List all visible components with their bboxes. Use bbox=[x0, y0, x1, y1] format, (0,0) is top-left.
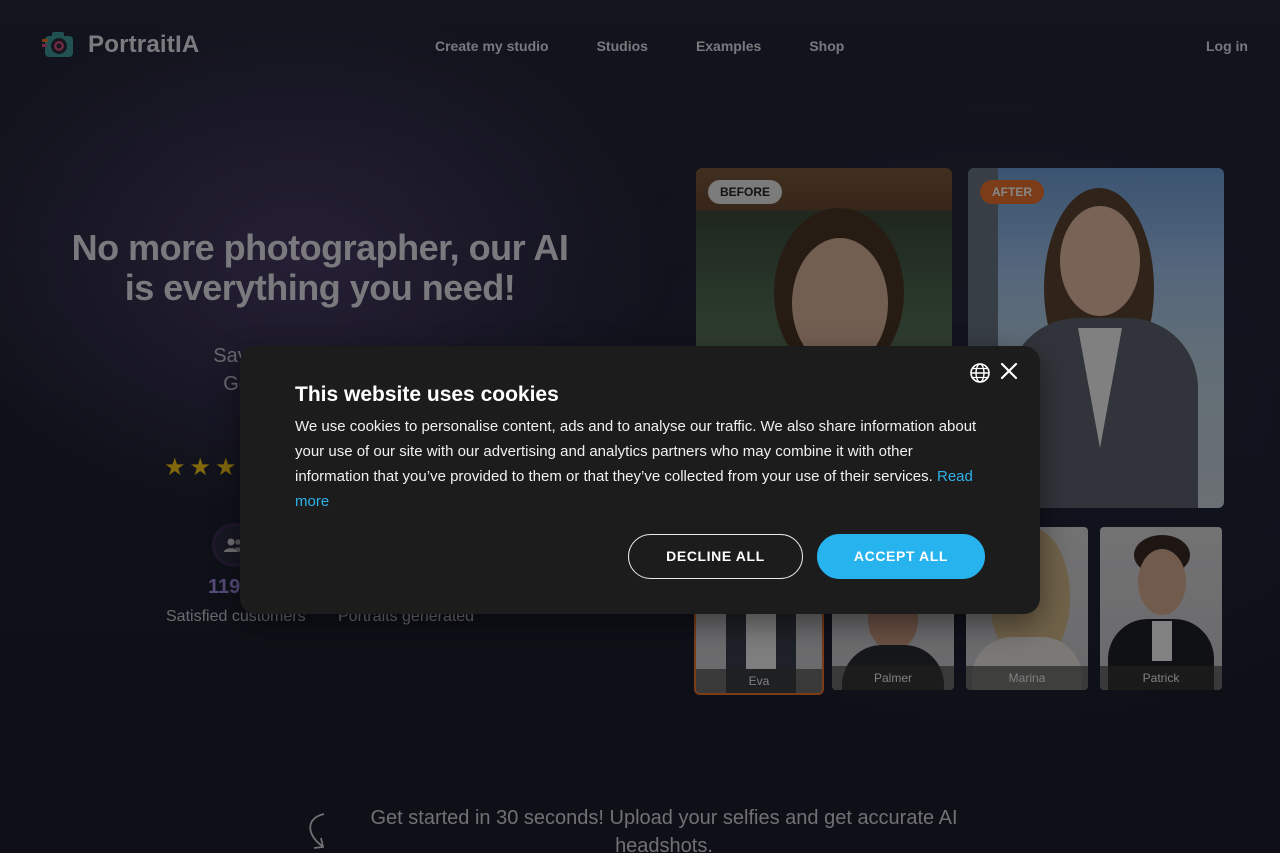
accept-all-button[interactable]: ACCEPT ALL bbox=[817, 534, 985, 579]
decline-all-button[interactable]: DECLINE ALL bbox=[628, 534, 803, 579]
cookie-body: We use cookies to personalise content, a… bbox=[295, 414, 985, 514]
close-icon[interactable] bbox=[998, 360, 1020, 382]
cookie-consent-dialog: This website uses cookies We use cookies… bbox=[240, 346, 1040, 614]
cookie-body-text: We use cookies to personalise content, a… bbox=[295, 418, 977, 485]
globe-icon[interactable] bbox=[969, 362, 991, 384]
cookie-title: This website uses cookies bbox=[295, 383, 559, 406]
